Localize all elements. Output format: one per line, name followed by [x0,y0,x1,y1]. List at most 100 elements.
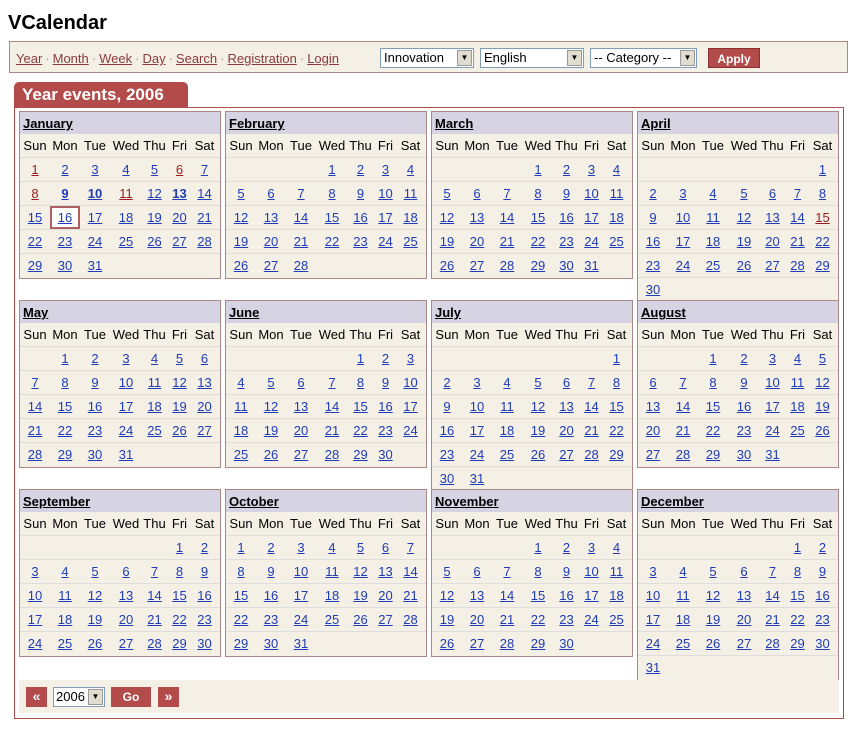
day-link[interactable]: 28 [403,612,417,627]
day-link[interactable]: 25 [609,612,623,627]
day-link[interactable]: 20 [559,423,573,438]
day-link[interactable]: 6 [267,186,274,201]
day-link[interactable]: 6 [176,162,183,177]
day-link[interactable]: 19 [172,399,186,414]
day-link[interactable]: 16 [378,399,392,414]
day-link[interactable]: 7 [679,375,686,390]
day-link[interactable]: 6 [201,351,208,366]
day-link[interactable]: 13 [737,588,751,603]
day-link[interactable]: 2 [443,375,450,390]
day-link[interactable]: 1 [357,351,364,366]
day-link[interactable]: 20 [264,234,278,249]
day-link[interactable]: 25 [119,234,133,249]
day-link[interactable]: 22 [815,234,829,249]
month-link[interactable]: November [435,494,499,509]
day-link[interactable]: 17 [403,399,417,414]
day-link[interactable]: 2 [91,351,98,366]
day-link[interactable]: 5 [443,564,450,579]
day-link[interactable]: 24 [88,234,102,249]
day-link[interactable]: 26 [353,612,367,627]
day-link[interactable]: 30 [815,636,829,651]
day-link[interactable]: 27 [378,612,392,627]
day-link[interactable]: 20 [765,234,779,249]
day-link[interactable]: 4 [613,540,620,555]
day-link[interactable]: 13 [172,186,186,201]
day-link[interactable]: 17 [470,423,484,438]
day-link[interactable]: 17 [584,588,598,603]
day-link[interactable]: 25 [500,447,514,462]
day-link[interactable]: 7 [151,564,158,579]
day-link[interactable]: 21 [584,423,598,438]
day-link[interactable]: 7 [588,375,595,390]
day-link[interactable]: 9 [563,564,570,579]
day-link[interactable]: 25 [403,234,417,249]
day-link[interactable]: 21 [403,588,417,603]
day-link[interactable]: 5 [709,564,716,579]
day-link[interactable]: 28 [584,447,598,462]
day-link[interactable]: 1 [819,162,826,177]
day-link[interactable]: 18 [325,588,339,603]
day-link[interactable]: 20 [119,612,133,627]
day-link[interactable]: 31 [584,258,598,273]
day-link[interactable]: 28 [500,258,514,273]
calendar-select[interactable]: Innovation ▼ [380,48,474,68]
month-link[interactable]: July [435,305,461,320]
day-link[interactable]: 3 [91,162,98,177]
day-link[interactable]: 25 [790,423,804,438]
day-link[interactable]: 5 [443,186,450,201]
day-link[interactable]: 9 [443,399,450,414]
year-select[interactable]: 2006 ▼ [53,687,105,707]
day-link[interactable]: 11 [325,564,339,579]
day-link[interactable]: 19 [440,612,454,627]
day-link[interactable]: 24 [584,612,598,627]
day-link[interactable]: 6 [649,375,656,390]
day-link[interactable]: 17 [765,399,779,414]
month-link[interactable]: March [435,116,473,131]
day-link[interactable]: 15 [815,210,829,225]
day-link[interactable]: 29 [234,636,248,651]
day-link[interactable]: 15 [531,210,545,225]
day-link[interactable]: 20 [646,423,660,438]
day-link[interactable]: 3 [297,540,304,555]
day-link[interactable]: 26 [264,447,278,462]
day-link[interactable]: 2 [201,540,208,555]
day-link[interactable]: 9 [91,375,98,390]
day-link[interactable]: 7 [794,186,801,201]
day-link[interactable]: 29 [172,636,186,651]
day-link[interactable]: 30 [559,636,573,651]
day-link[interactable]: 15 [353,399,367,414]
day-link[interactable]: 8 [357,375,364,390]
day-link[interactable]: 19 [531,423,545,438]
category-select[interactable]: -- Category -- ▼ [590,48,697,68]
day-link[interactable]: 6 [382,540,389,555]
day-link[interactable]: 31 [88,258,102,273]
day-link[interactable]: 26 [147,234,161,249]
day-link[interactable]: 15 [706,399,720,414]
day-link[interactable]: 23 [353,234,367,249]
day-link[interactable]: 26 [815,423,829,438]
day-link[interactable]: 6 [769,186,776,201]
day-link[interactable]: 24 [294,612,308,627]
month-link[interactable]: December [641,494,704,509]
day-link[interactable]: 4 [709,186,716,201]
day-link[interactable]: 20 [294,423,308,438]
month-link[interactable]: January [23,116,73,131]
day-link[interactable]: 21 [676,423,690,438]
day-link[interactable]: 23 [88,423,102,438]
day-link[interactable]: 13 [197,375,211,390]
nav-link-day[interactable]: Day [142,51,165,66]
day-link[interactable]: 15 [172,588,186,603]
day-link[interactable]: 5 [91,564,98,579]
day-link[interactable]: 30 [58,258,72,273]
day-link[interactable]: 2 [267,540,274,555]
day-link[interactable]: 9 [267,564,274,579]
day-link[interactable]: 1 [709,351,716,366]
day-link[interactable]: 14 [500,210,514,225]
day-link[interactable]: 23 [440,447,454,462]
day-link[interactable]: 1 [237,540,244,555]
day-link[interactable]: 3 [382,162,389,177]
day-link[interactable]: 1 [31,162,38,177]
day-link[interactable]: 24 [378,234,392,249]
day-link[interactable]: 3 [649,564,656,579]
day-link[interactable]: 24 [676,258,690,273]
